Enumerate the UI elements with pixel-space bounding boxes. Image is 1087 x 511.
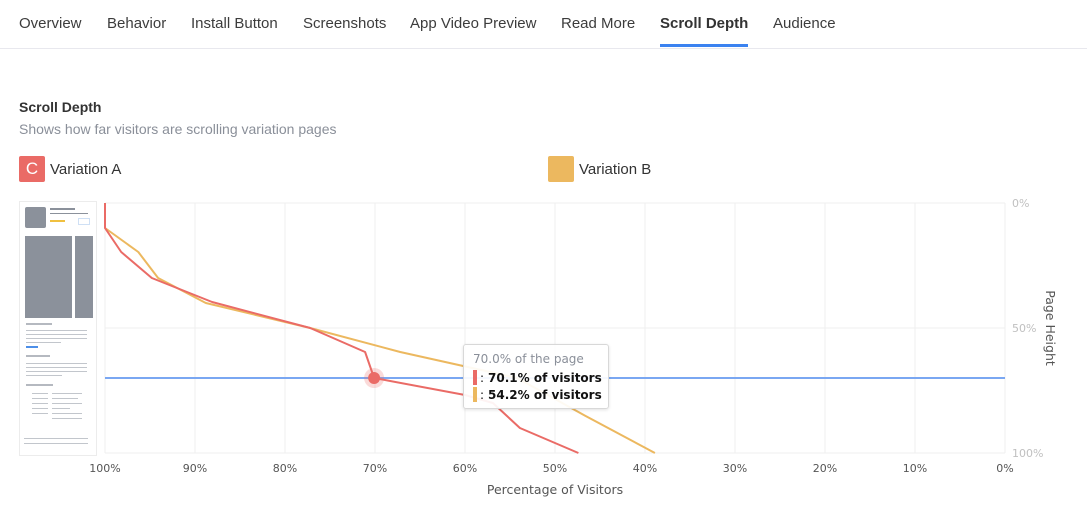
x-tick-label: 80% — [273, 462, 297, 475]
scroll-depth-chart[interactable]: 100% 90% 80% 70% 60% 50% 40% 30% 20% 10% 0% 0%50%1… — [0, 0, 1087, 511]
tooltip-separator: : — [480, 370, 485, 385]
highlight-dot — [368, 372, 381, 384]
tooltip-row-variation-b: : 54.2% of visitors — [473, 387, 602, 402]
y-tick-label: 100% — [1012, 447, 1043, 460]
x-tick-label: 60% — [453, 462, 477, 475]
tooltip-value: 70.1% of visitors — [488, 370, 602, 385]
y-tick-label: 50% — [1012, 322, 1036, 335]
y-tick-label: 0% — [1012, 197, 1029, 210]
x-tick-label: 40% — [633, 462, 657, 475]
x-tick-label: 100% — [89, 462, 120, 475]
tooltip-row-variation-a: : 70.1% of visitors — [473, 370, 602, 385]
x-tick-label: 30% — [723, 462, 747, 475]
tooltip-separator: : — [480, 387, 485, 402]
variation-a-color-marker — [473, 370, 477, 385]
x-tick-label: 20% — [813, 462, 837, 475]
variation-b-color-marker — [473, 387, 477, 402]
x-tick-label: 90% — [183, 462, 207, 475]
x-axis-label: Percentage of Visitors — [487, 482, 623, 497]
y-axis-label: Page Height — [1043, 290, 1058, 366]
x-tick-label: 50% — [543, 462, 567, 475]
x-tick-label: 70% — [363, 462, 387, 475]
x-tick-label: 0% — [996, 462, 1013, 475]
highlight-point[interactable] — [364, 368, 385, 388]
grid — [104, 202, 1006, 454]
tooltip-value: 54.2% of visitors — [488, 387, 602, 402]
y-tick-labels: 0% 50% 100% — [1012, 197, 1043, 460]
tooltip: 70.0% of the page : 70.1% of visitors : … — [463, 344, 609, 409]
x-tick-label: 10% — [903, 462, 927, 475]
x-tick-labels: 100% 90% 80% 70% 60% 50% 40% 30% 20% 10% 0% — [89, 462, 1013, 475]
tooltip-title: 70.0% of the page — [473, 352, 584, 366]
